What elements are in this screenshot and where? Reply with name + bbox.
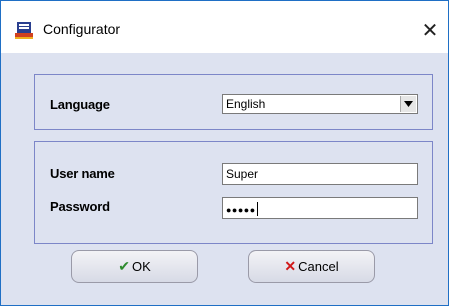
ok-button[interactable]: ✔ OK xyxy=(71,250,198,283)
cancel-label: Cancel xyxy=(298,259,339,274)
check-icon: ✔ xyxy=(118,258,130,274)
language-group: Language English xyxy=(34,74,433,130)
username-label: User name xyxy=(50,166,115,181)
dropdown-arrow-icon[interactable] xyxy=(400,96,416,112)
password-field[interactable]: ●●●●● xyxy=(222,197,418,219)
window-title: Configurator xyxy=(43,21,121,37)
close-icon: ✕ xyxy=(421,19,439,42)
close-button[interactable]: ✕ xyxy=(414,15,446,45)
cancel-button[interactable]: ✕ Cancel xyxy=(248,250,375,283)
username-value: Super xyxy=(226,167,259,181)
language-label: Language xyxy=(50,97,110,112)
ok-label: OK xyxy=(131,259,151,274)
username-field[interactable]: Super xyxy=(222,163,418,185)
language-select[interactable]: English xyxy=(222,94,418,114)
configurator-dialog: Configurator ✕ Language English User nam… xyxy=(0,0,449,306)
login-group: User name Super Password ●●●●● xyxy=(34,141,433,244)
cross-icon: ✕ xyxy=(284,258,297,274)
app-icon xyxy=(14,21,36,41)
language-selected-value: English xyxy=(226,97,266,111)
password-label: Password xyxy=(50,199,110,214)
password-mask: ●●●●● xyxy=(226,205,256,215)
text-caret xyxy=(256,202,258,216)
title-bar[interactable]: Configurator ✕ xyxy=(1,1,448,53)
